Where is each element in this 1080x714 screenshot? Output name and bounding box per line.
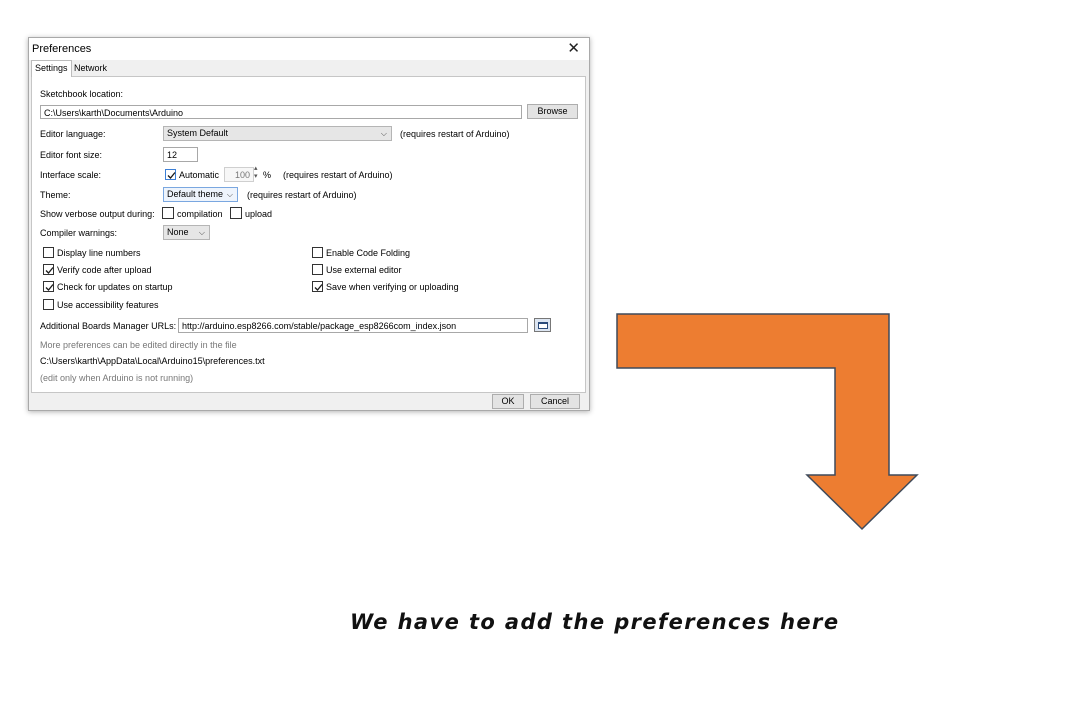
edit-note: (edit only when Arduino is not running) xyxy=(40,373,194,383)
automatic-scale-checkbox[interactable] xyxy=(165,169,176,180)
theme-label: Theme: xyxy=(40,190,71,200)
accessibility-checkbox[interactable] xyxy=(43,299,54,310)
theme-value: Default theme xyxy=(167,189,224,199)
external-editor-label: Use external editor xyxy=(326,265,402,275)
tab-network[interactable]: Network xyxy=(71,62,110,75)
editor-language-value: System Default xyxy=(167,128,229,138)
verbose-label: Show verbose output during: xyxy=(40,209,155,219)
interface-scale-label: Interface scale: xyxy=(40,170,102,180)
save-when-verifying-label: Save when verifying or uploading xyxy=(326,282,459,292)
code-folding-checkbox[interactable] xyxy=(312,247,323,258)
checkmark-icon xyxy=(45,284,54,291)
check-updates-label: Check for updates on startup xyxy=(57,282,173,292)
more-prefs-note: More preferences can be edited directly … xyxy=(40,340,237,350)
cancel-button[interactable]: Cancel xyxy=(530,394,580,409)
chevron-down-icon: ⌵ xyxy=(380,129,387,138)
boards-urls-input[interactable]: http://arduino.esp8266.com/stable/packag… xyxy=(178,318,528,333)
browse-button[interactable]: Browse xyxy=(527,104,578,119)
editor-language-select[interactable]: System Default ⌵ xyxy=(163,126,392,141)
orange-arrow-icon xyxy=(616,313,919,531)
upload-label: upload xyxy=(245,209,273,219)
chevron-down-icon: ⌵ xyxy=(198,228,205,237)
display-line-numbers-checkbox[interactable] xyxy=(43,247,54,258)
preferences-dialog: Preferences ✕ Settings Network Sketchboo… xyxy=(28,37,590,411)
save-when-verifying-checkbox[interactable] xyxy=(312,281,323,292)
title-bar[interactable]: Preferences ✕ xyxy=(29,38,589,60)
close-icon[interactable]: ✕ xyxy=(567,40,580,58)
caption-text: We have to add the preferences here xyxy=(350,610,840,634)
font-size-label: Editor font size: xyxy=(40,150,103,160)
editor-language-label: Editor language: xyxy=(40,129,106,139)
sketchbook-path-input[interactable]: C:\Users\karth\Documents\Arduino xyxy=(40,105,522,119)
checkmark-icon xyxy=(167,172,176,179)
requires-restart-note: (requires restart of Arduino) xyxy=(400,129,510,139)
theme-select[interactable]: Default theme ⌵ xyxy=(163,187,238,202)
automatic-label: Automatic xyxy=(179,170,220,180)
compiler-warnings-label: Compiler warnings: xyxy=(40,228,118,238)
prefs-path[interactable]: C:\Users\karth\AppData\Local\Arduino15\p… xyxy=(40,355,265,367)
checkmark-icon xyxy=(45,267,54,274)
checkmark-icon xyxy=(314,284,323,291)
compiler-warnings-value: None xyxy=(167,227,189,237)
percent-label: % xyxy=(263,170,272,180)
sketchbook-label: Sketchbook location: xyxy=(40,89,124,99)
settings-panel: Sketchbook location: C:\Users\karth\Docu… xyxy=(31,76,586,393)
display-line-numbers-label: Display line numbers xyxy=(57,248,141,258)
code-folding-label: Enable Code Folding xyxy=(326,248,411,258)
spinner-icon[interactable]: ▴ ▾ xyxy=(254,165,258,181)
ok-button[interactable]: OK xyxy=(492,394,524,409)
scale-input[interactable]: 100 xyxy=(224,167,254,182)
tab-settings[interactable]: Settings xyxy=(31,60,72,77)
verify-after-upload-checkbox[interactable] xyxy=(43,264,54,275)
dialog-title: Preferences xyxy=(32,43,92,55)
arrow-shape xyxy=(616,313,919,531)
verify-after-upload-label: Verify code after upload xyxy=(57,265,152,275)
chevron-down-icon: ⌵ xyxy=(226,190,233,199)
compilation-label: compilation xyxy=(177,209,223,219)
compiler-warnings-select[interactable]: None ⌵ xyxy=(163,225,210,240)
upload-checkbox[interactable] xyxy=(230,207,242,219)
compilation-checkbox[interactable] xyxy=(162,207,174,219)
accessibility-label: Use accessibility features xyxy=(57,300,159,310)
font-size-input[interactable]: 12 xyxy=(163,147,198,162)
requires-restart-note-3: (requires restart of Arduino) xyxy=(247,190,357,200)
boards-urls-label: Additional Boards Manager URLs: xyxy=(40,321,177,331)
button-bar: OK Cancel xyxy=(29,392,589,410)
window-icon[interactable] xyxy=(534,318,551,332)
external-editor-checkbox[interactable] xyxy=(312,264,323,275)
tab-strip: Settings Network xyxy=(29,60,589,77)
requires-restart-note-2: (requires restart of Arduino) xyxy=(283,170,393,180)
check-updates-checkbox[interactable] xyxy=(43,281,54,292)
